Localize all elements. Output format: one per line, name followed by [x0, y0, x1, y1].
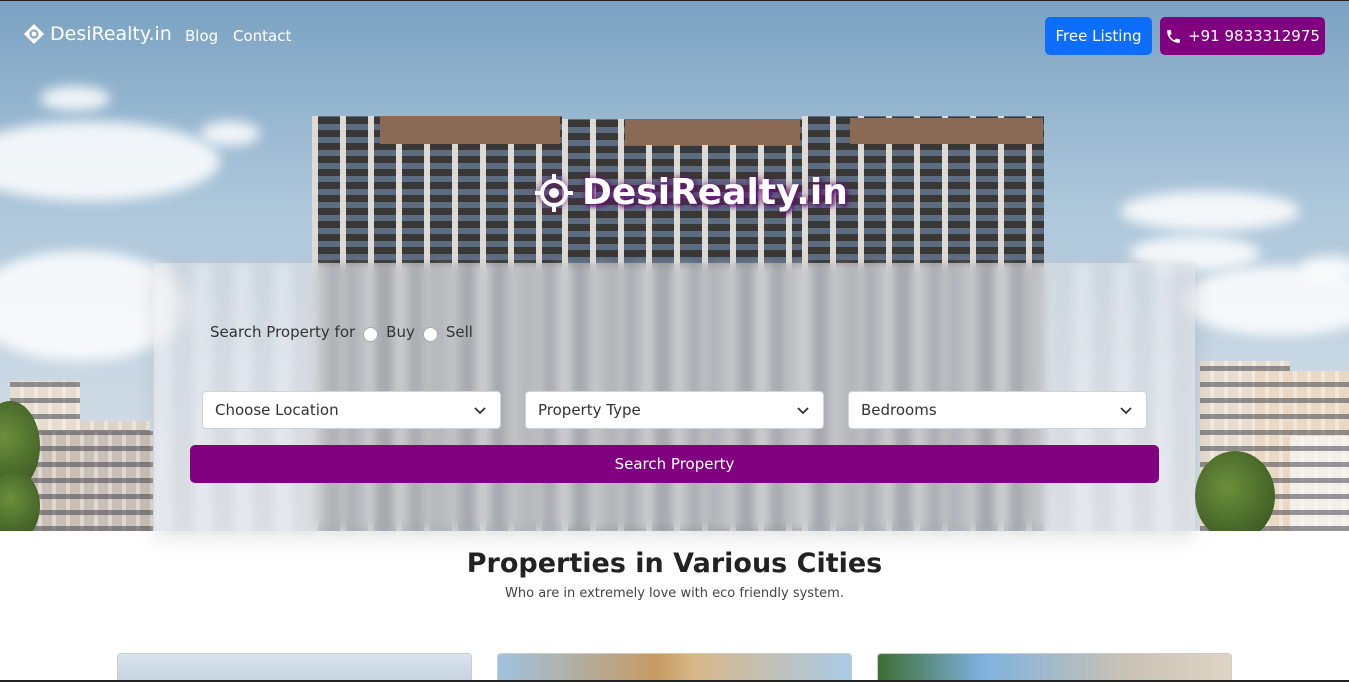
tree: [1195, 451, 1275, 531]
property-card-image: [878, 654, 1231, 682]
bedrooms-select[interactable]: Bedrooms: [848, 391, 1147, 429]
property-card-image: [118, 654, 471, 682]
search-for-label: Search Property for: [210, 323, 356, 341]
free-listing-button[interactable]: Free Listing: [1045, 17, 1152, 55]
hero-logo-text: DesiRealty.in: [582, 172, 848, 213]
brand-logo[interactable]: DesiRealty.in: [24, 23, 172, 45]
chevron-down-icon: [1120, 407, 1132, 415]
property-card[interactable]: [117, 653, 472, 682]
top-navbar: DesiRealty.in Blog Contact Free Listing …: [0, 0, 1349, 72]
buy-radio[interactable]: [363, 326, 379, 342]
section-title: Properties in Various Cities: [466, 548, 883, 579]
location-target-icon: [24, 24, 44, 44]
location-select[interactable]: Choose Location: [202, 391, 501, 429]
cloud: [200, 121, 260, 146]
chevron-down-icon: [797, 407, 809, 415]
chevron-down-icon: [474, 407, 486, 415]
cloud: [40, 86, 110, 111]
location-select-value: Choose Location: [215, 401, 339, 419]
bedrooms-select-value: Bedrooms: [861, 401, 937, 419]
tower-cap: [380, 116, 560, 144]
search-for-group: Search Property for Buy Sell: [210, 323, 473, 342]
brand-name: DesiRealty.in: [50, 23, 172, 45]
nav-link-contact[interactable]: Contact: [233, 27, 291, 45]
phone-number: +91 9833312975: [1188, 27, 1320, 45]
property-type-select[interactable]: Property Type: [525, 391, 824, 429]
nav-link-blog[interactable]: Blog: [185, 27, 218, 45]
phone-button[interactable]: +91 9833312975: [1160, 17, 1325, 55]
location-target-icon: [535, 173, 573, 212]
search-panel: Search Property for Buy Sell Choose Loca…: [154, 263, 1195, 531]
sell-label[interactable]: Sell: [446, 323, 473, 341]
property-card[interactable]: [497, 653, 852, 682]
property-card[interactable]: [877, 653, 1232, 682]
sell-radio[interactable]: [422, 326, 438, 342]
tower-cap: [850, 118, 1043, 144]
search-property-button[interactable]: Search Property: [190, 445, 1159, 483]
buy-label[interactable]: Buy: [386, 323, 415, 341]
section-subtitle: Who are in extremely love with eco frien…: [505, 586, 844, 601]
cloud: [1120, 191, 1300, 231]
hero-logo: DesiRealty.in: [534, 172, 848, 213]
building: [28, 431, 153, 531]
property-type-select-value: Property Type: [538, 401, 641, 419]
building: [1290, 436, 1349, 531]
property-card-image: [498, 654, 851, 682]
phone-icon: [1167, 29, 1180, 43]
cloud: [0, 121, 220, 201]
tower-cap: [625, 119, 800, 145]
